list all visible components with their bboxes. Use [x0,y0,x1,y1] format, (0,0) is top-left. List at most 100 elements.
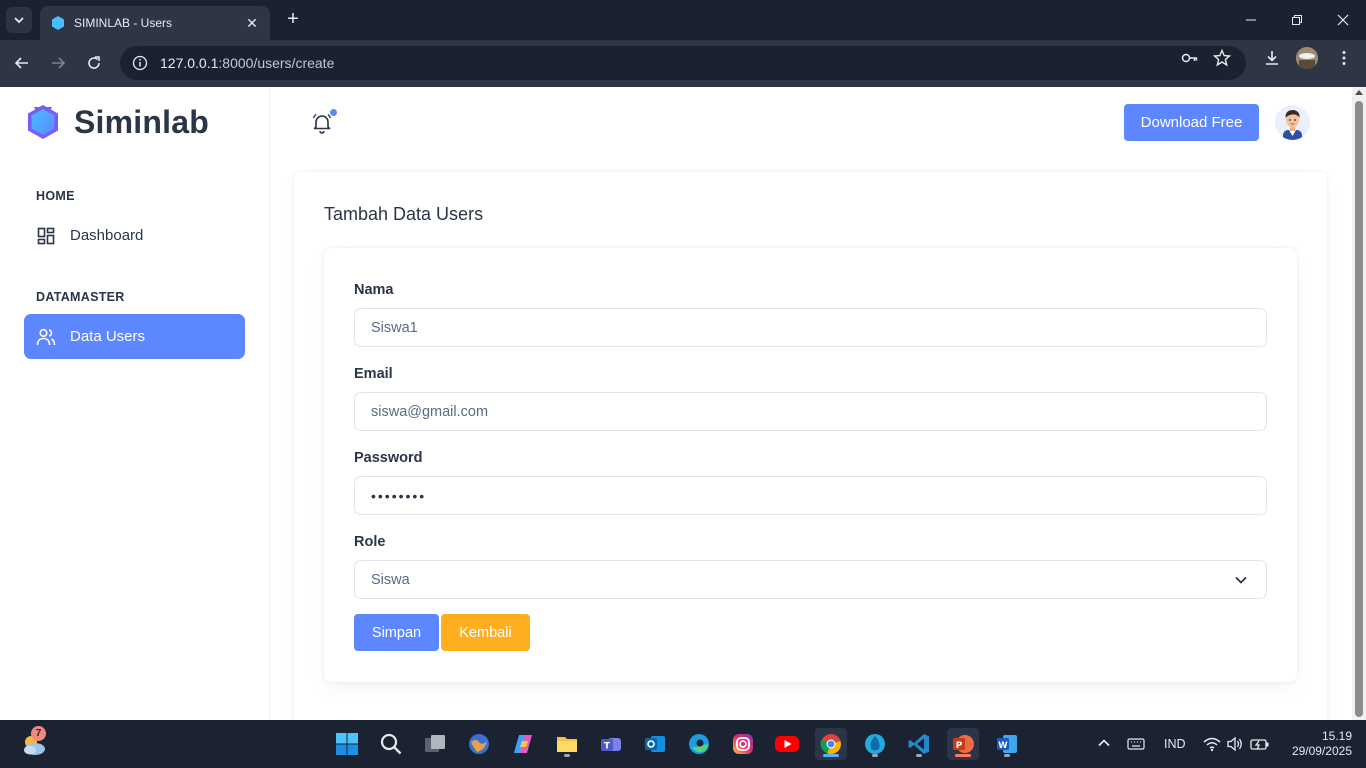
system-clock[interactable]: 15.19 29/09/2025 [1292,729,1352,759]
vscode-icon [908,734,929,754]
back-button[interactable]: Kembali [441,614,530,651]
page-scrollbar[interactable] [1352,87,1366,720]
outlook-icon [645,736,665,752]
svg-text:T: T [604,742,611,752]
taskbar-app-outlook[interactable] [639,728,671,760]
arrow-right-icon [52,57,66,69]
taskbar-app-chrome[interactable] [815,728,847,760]
nav-section-home: HOME [36,189,75,203]
tray-overflow-chevron-icon[interactable] [1097,736,1111,750]
notification-dot [330,109,337,116]
running-indicator [564,754,570,757]
site-info-icon[interactable] [132,55,148,71]
chrome-icon [820,734,841,755]
word-icon: W [997,735,1017,753]
weather-badge: 7 [31,726,46,741]
clock-date: 29/09/2025 [1291,744,1352,758]
wifi-icon[interactable] [1203,736,1221,752]
download-icon[interactable] [1262,48,1282,68]
save-button[interactable]: Simpan [354,614,439,651]
reload-icon [88,56,100,69]
chevron-down-icon [1235,576,1247,584]
volume-icon[interactable] [1226,736,1244,752]
taskbar-app-file-explorer[interactable] [551,728,583,760]
siminlab-favicon-icon [52,16,64,30]
password-label: Password [354,450,423,466]
password-input[interactable] [354,476,1267,515]
task-view-icon [425,735,445,752]
brand-logo[interactable]: Siminlab [24,103,209,141]
windows-logo-icon [336,733,358,755]
role-select[interactable]: Siswa [354,560,1267,599]
brand-name: Siminlab [74,103,209,140]
clock-time: 15.19 [1321,729,1352,743]
taskbar-app-vscode[interactable] [903,728,935,760]
browser-tab-bar: SIMINLAB - Users ✕ + [0,0,1366,40]
download-free-button[interactable]: Download Free [1124,104,1259,141]
email-label: Email [354,366,393,382]
copilot-icon [514,735,532,753]
taskbar-app-instagram[interactable] [727,728,759,760]
taskbar-app-edge[interactable] [683,728,715,760]
app-drop-icon [865,734,885,754]
url-text: 127.0.0.1:8000/users/create [160,55,335,71]
folder-icon [557,737,577,752]
email-input[interactable] [354,392,1267,431]
users-icon [36,327,56,347]
back-button[interactable] [9,50,35,76]
keyboard-icon[interactable] [1127,737,1145,751]
sidebar-item-data-users[interactable]: Data Users [24,314,245,359]
restore-button[interactable] [1282,8,1312,32]
battery-charging-icon[interactable] [1250,736,1270,752]
taskbar-app-browser-globe[interactable] [463,728,495,760]
svg-text:P: P [956,741,963,751]
page-title: Tambah Data Users [324,204,484,224]
address-bar[interactable]: 127.0.0.1:8000/users/create [120,46,1246,80]
sidebar-item-label: Data Users [70,328,146,345]
powerpoint-icon: P [953,735,974,753]
forward-button[interactable] [45,50,71,76]
dashboard-icon [36,226,56,246]
taskbar-app-powerpoint[interactable]: P [947,728,979,760]
task-view-button[interactable] [419,728,451,760]
scroll-up-arrow-icon[interactable] [1355,90,1363,95]
minimize-button[interactable] [1236,8,1266,32]
sidebar-item-dashboard[interactable]: Dashboard [24,213,245,258]
web-page: Siminlab HOME Dashboard DATAMASTER Data … [0,87,1352,720]
browser-toolbar: 127.0.0.1:8000/users/create [0,40,1366,87]
taskbar-app-youtube[interactable] [771,728,803,760]
taskbar-search[interactable] [375,728,407,760]
tab-search-button[interactable] [6,7,32,33]
nama-label: Nama [354,282,394,298]
chevron-down-icon [14,17,24,24]
user-avatar[interactable] [1275,105,1310,140]
arrow-left-icon [14,57,28,69]
running-indicator [916,754,922,757]
tab-close-icon[interactable]: ✕ [244,15,260,32]
password-key-icon[interactable] [1180,48,1200,68]
role-selected-value: Siswa [371,571,410,588]
profile-avatar-icon[interactable] [1296,47,1318,69]
reload-button[interactable] [81,50,107,76]
close-window-button[interactable] [1328,8,1358,32]
form-container: Nama Email Password Role Siswa Simpan Ke… [324,248,1297,682]
taskbar-app-fluent[interactable] [859,728,891,760]
language-indicator[interactable]: IND [1164,737,1186,751]
globe-app-icon [469,734,489,754]
edge-icon [689,734,709,754]
nama-input[interactable] [354,308,1267,347]
new-tab-button[interactable]: + [282,8,304,30]
form-card: Tambah Data Users Nama Email Password Ro… [294,172,1327,720]
taskbar-app-copilot[interactable] [507,728,539,760]
active-indicator [955,754,971,757]
windows-taskbar: 7 T P W IND 15.19 29/09/2025 [0,720,1366,768]
start-button[interactable] [331,728,363,760]
siminlab-logo-icon [28,105,58,139]
scroll-thumb[interactable] [1355,101,1363,717]
bookmark-star-icon[interactable] [1212,48,1232,68]
role-label: Role [354,534,386,550]
browser-tab[interactable]: SIMINLAB - Users ✕ [40,6,270,40]
browser-menu-icon[interactable] [1334,48,1354,68]
taskbar-app-teams[interactable]: T [595,728,627,760]
taskbar-app-word[interactable]: W [991,728,1023,760]
